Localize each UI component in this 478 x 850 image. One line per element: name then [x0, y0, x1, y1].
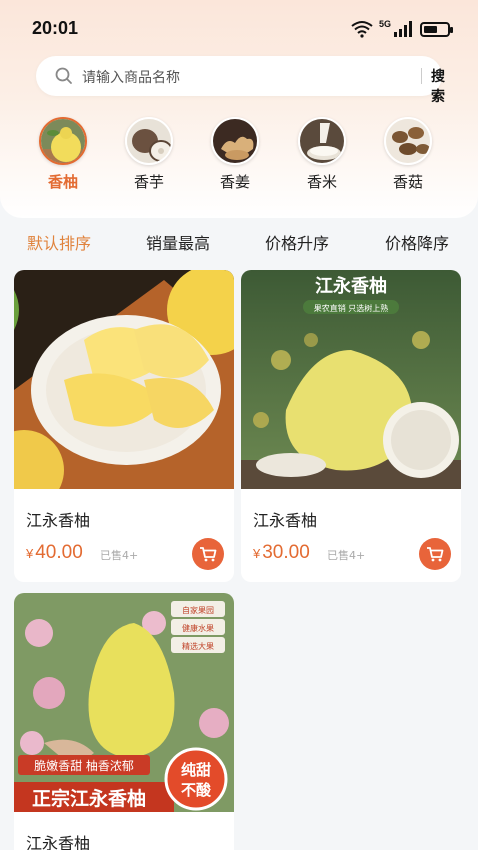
mushroom-thumbnail	[384, 117, 432, 165]
image-badge-line: 精选大果	[182, 641, 214, 651]
status-time: 20:01	[32, 18, 79, 38]
image-badge-line: 自家果园	[182, 605, 214, 615]
category-item-mushroom[interactable]: 香菇	[373, 117, 443, 192]
product-price: ¥30.00	[253, 542, 310, 564]
category-label: 香芋	[133, 173, 164, 191]
signal-icon	[394, 21, 412, 37]
battery-icon	[420, 21, 453, 37]
ginger-thumbnail	[211, 117, 259, 165]
sold-count: 已售4+	[327, 549, 366, 562]
product-card[interactable]: 江永香柚 果农直销 只选树上熟 江永香柚 ¥30.00 已售4+	[241, 270, 461, 582]
taro-thumbnail	[125, 117, 173, 165]
currency-symbol: ¥	[253, 546, 261, 561]
price-value: 30.00	[262, 542, 310, 563]
search-button[interactable]: 搜索	[431, 66, 445, 106]
product-price: ¥40.00	[26, 542, 83, 564]
product-card[interactable]: 江永香柚 ¥40.00 已售4+	[14, 270, 234, 582]
category-label: 香柚	[47, 173, 78, 191]
cart-icon	[200, 547, 217, 562]
product-card[interactable]: 自家果园 健康水果 精选大果 脆嫩香甜 柚香浓郁 正宗江永香柚 纯甜 不酸 江永…	[14, 593, 234, 850]
search-divider	[421, 68, 422, 84]
image-headline: 江永香柚	[315, 275, 387, 297]
currency-symbol: ¥	[26, 546, 34, 561]
wifi-icon	[351, 21, 373, 38]
add-to-cart-button[interactable]	[419, 538, 451, 570]
category-item-ginger[interactable]: 香姜	[200, 117, 270, 192]
category-label: 香米	[306, 173, 337, 191]
cart-icon	[427, 547, 444, 562]
search-icon	[55, 67, 72, 84]
sort-tab-default[interactable]: 默认排序	[27, 230, 91, 254]
status-icons: 5G	[351, 18, 453, 40]
product-image-pomelo-whole: 江永香柚 果农直销 只选树上熟	[241, 270, 461, 489]
network-type: 5G	[378, 19, 391, 29]
category-item-taro[interactable]: 香芋	[114, 117, 184, 192]
rice-thumbnail	[298, 117, 346, 165]
sort-tabs: 默认排序 销量最高 价格升序 价格降序	[0, 230, 478, 258]
image-seal-line: 不酸	[181, 781, 212, 799]
category-label: 香姜	[219, 173, 250, 191]
add-to-cart-button[interactable]	[192, 538, 224, 570]
search-input[interactable]: 请输入商品名称	[82, 67, 180, 87]
status-bar: 20:01 5G	[0, 0, 478, 56]
product-title: 江永香柚	[26, 511, 91, 530]
sort-tab-sales[interactable]: 销量最高	[146, 230, 210, 254]
sort-tab-price-asc[interactable]: 价格升序	[265, 230, 329, 254]
price-value: 40.00	[35, 542, 83, 563]
image-seal-line: 纯甜	[181, 761, 211, 779]
category-row: 香柚 香芋 香姜 香米 香菇	[0, 117, 478, 197]
image-badge-line: 健康水果	[182, 623, 214, 633]
category-item-pomelo[interactable]: 香柚	[28, 117, 98, 192]
image-ribbon: 脆嫩香甜 柚香浓郁	[34, 758, 134, 773]
image-banner: 正宗江永香柚	[32, 787, 146, 810]
product-title: 江永香柚	[253, 511, 318, 530]
search-bar[interactable]: 请输入商品名称 搜索	[36, 56, 445, 105]
category-item-rice[interactable]: 香米	[287, 117, 357, 192]
product-image-pomelo-slices	[14, 270, 234, 489]
pomelo-thumbnail	[39, 117, 87, 165]
category-label: 香菇	[392, 173, 423, 191]
product-title: 江永香柚	[26, 834, 91, 850]
image-tagline: 果农直销 只选树上熟	[314, 303, 389, 313]
sold-count: 已售4+	[100, 549, 139, 562]
product-image-pomelo-tree: 自家果园 健康水果 精选大果 脆嫩香甜 柚香浓郁 正宗江永香柚 纯甜 不酸	[14, 593, 234, 812]
sort-tab-price-desc[interactable]: 价格降序	[385, 230, 449, 254]
